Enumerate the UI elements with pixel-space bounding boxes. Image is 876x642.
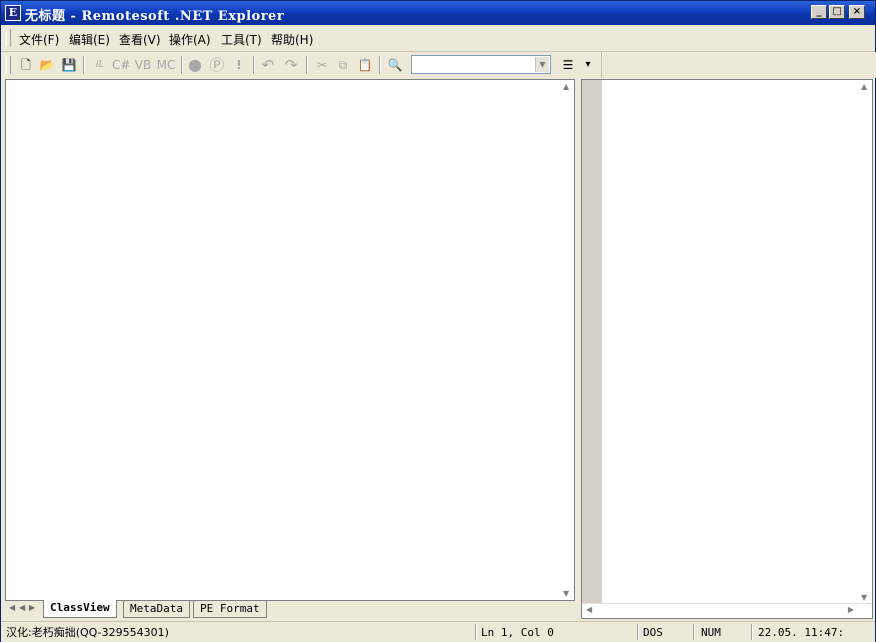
class-view-pane[interactable]: ▲ ▼: [5, 79, 575, 601]
status-credit: 汉化:老朽痴拙(QQ-329554301): [6, 626, 169, 639]
toolbar: 🗋 📂 💾 IL C# VB MC ● Ⓟ ! ↶ ↷ ✂ ⧉ 📋 🔍 ▼ ☰ …: [1, 52, 876, 78]
open-folder-icon[interactable]: 📂: [38, 56, 56, 74]
redo-icon[interactable]: ↷: [282, 56, 300, 74]
scroll-up-icon[interactable]: ▲: [861, 82, 867, 91]
toolbar-overflow-icon[interactable]: ▾: [581, 56, 595, 74]
menu-view[interactable]: 查看(V): [119, 31, 161, 48]
status-separator: [475, 624, 477, 640]
menu-bar: 文件(F) 编辑(E) 查看(V) 操作(A) 工具(T) 帮助(H): [1, 25, 875, 52]
tab-scroll-right-icon[interactable]: ▶: [29, 603, 35, 612]
maximize-button[interactable]: □: [829, 5, 845, 19]
line-gutter: [582, 80, 602, 604]
toolbar-separator: [379, 56, 381, 74]
menu-edit[interactable]: 编辑(E): [69, 31, 110, 48]
exclamation-icon[interactable]: !: [230, 56, 248, 74]
close-button[interactable]: ×: [849, 5, 865, 19]
status-separator: [693, 624, 695, 640]
status-separator: [751, 624, 753, 640]
search-combo[interactable]: ▼: [411, 55, 551, 74]
tab-classview[interactable]: ClassView: [43, 600, 117, 618]
chevron-down-icon[interactable]: ▼: [535, 57, 549, 72]
record-icon[interactable]: ●: [186, 56, 204, 74]
scroll-down-icon[interactable]: ▼: [563, 589, 569, 598]
status-bar: 汉化:老朽痴拙(QQ-329554301) Ln 1, Col 0 DOS NU…: [1, 621, 875, 642]
horizontal-scrollbar[interactable]: ◀ ▶: [582, 603, 872, 618]
options-icon[interactable]: ☰: [559, 56, 577, 74]
scroll-down-icon[interactable]: ▼: [861, 593, 867, 602]
window-title: 无标题 - Remotesoft .NET Explorer: [25, 9, 285, 24]
undo-icon[interactable]: ↶: [259, 56, 277, 74]
toolbar-separator: [83, 56, 85, 74]
new-file-icon[interactable]: 🗋: [17, 56, 35, 74]
scroll-right-icon[interactable]: ▶: [848, 605, 854, 614]
code-view-pane[interactable]: ▲ ▼ ◀ ▶: [581, 79, 873, 619]
find-icon[interactable]: 🔍: [386, 56, 404, 74]
title-bar[interactable]: E 无标题 - Remotesoft .NET Explorer _ □ ×: [1, 1, 875, 25]
scroll-left-icon[interactable]: ◀: [586, 605, 592, 614]
p-circle-icon[interactable]: Ⓟ: [208, 56, 226, 74]
tab-metadata[interactable]: MetaData: [123, 601, 190, 618]
menu-help[interactable]: 帮助(H): [271, 31, 313, 48]
vb-view-icon[interactable]: VB: [134, 56, 152, 74]
copy-icon[interactable]: ⧉: [334, 56, 352, 74]
toolbar-separator: [253, 56, 255, 74]
status-time: 22.05. 11:47:: [758, 626, 845, 639]
vertical-scrollbar[interactable]: ▲ ▼: [560, 80, 574, 600]
toolbar-separator: [181, 56, 183, 74]
app-e-icon[interactable]: E: [5, 5, 21, 21]
tab-scroll-left-icon[interactable]: ◀: [19, 603, 25, 612]
view-tabs: ◀ ◀ ▶ ClassView MetaData PE Format: [5, 600, 575, 619]
mc-view-icon[interactable]: MC: [156, 56, 176, 74]
menu-file[interactable]: 文件(F): [19, 31, 59, 48]
csharp-view-icon[interactable]: C#: [112, 56, 130, 74]
tab-pe-format[interactable]: PE Format: [193, 601, 267, 618]
save-icon[interactable]: 💾: [60, 56, 78, 74]
cut-icon[interactable]: ✂: [313, 56, 331, 74]
menu-grip[interactable]: [6, 29, 11, 47]
status-position: Ln 1, Col 0: [481, 626, 554, 639]
toolbar-separator: [306, 56, 308, 74]
tab-scroll-left-icon[interactable]: ◀: [9, 603, 15, 612]
scroll-up-icon[interactable]: ▲: [563, 82, 569, 91]
status-separator: [637, 624, 639, 640]
il-view-icon[interactable]: IL: [91, 56, 109, 74]
menu-tools[interactable]: 工具(T): [221, 31, 262, 48]
toolbar-empty-area: [601, 52, 876, 78]
paste-icon[interactable]: 📋: [356, 56, 374, 74]
status-mode: DOS: [643, 626, 663, 639]
menu-action[interactable]: 操作(A): [169, 31, 211, 48]
vertical-scrollbar[interactable]: ▲ ▼: [858, 80, 872, 604]
toolbar-grip[interactable]: [6, 56, 11, 74]
app-window: E 无标题 - Remotesoft .NET Explorer _ □ × 文…: [0, 0, 876, 642]
status-num: NUM: [701, 626, 721, 639]
minimize-button[interactable]: _: [811, 5, 827, 19]
